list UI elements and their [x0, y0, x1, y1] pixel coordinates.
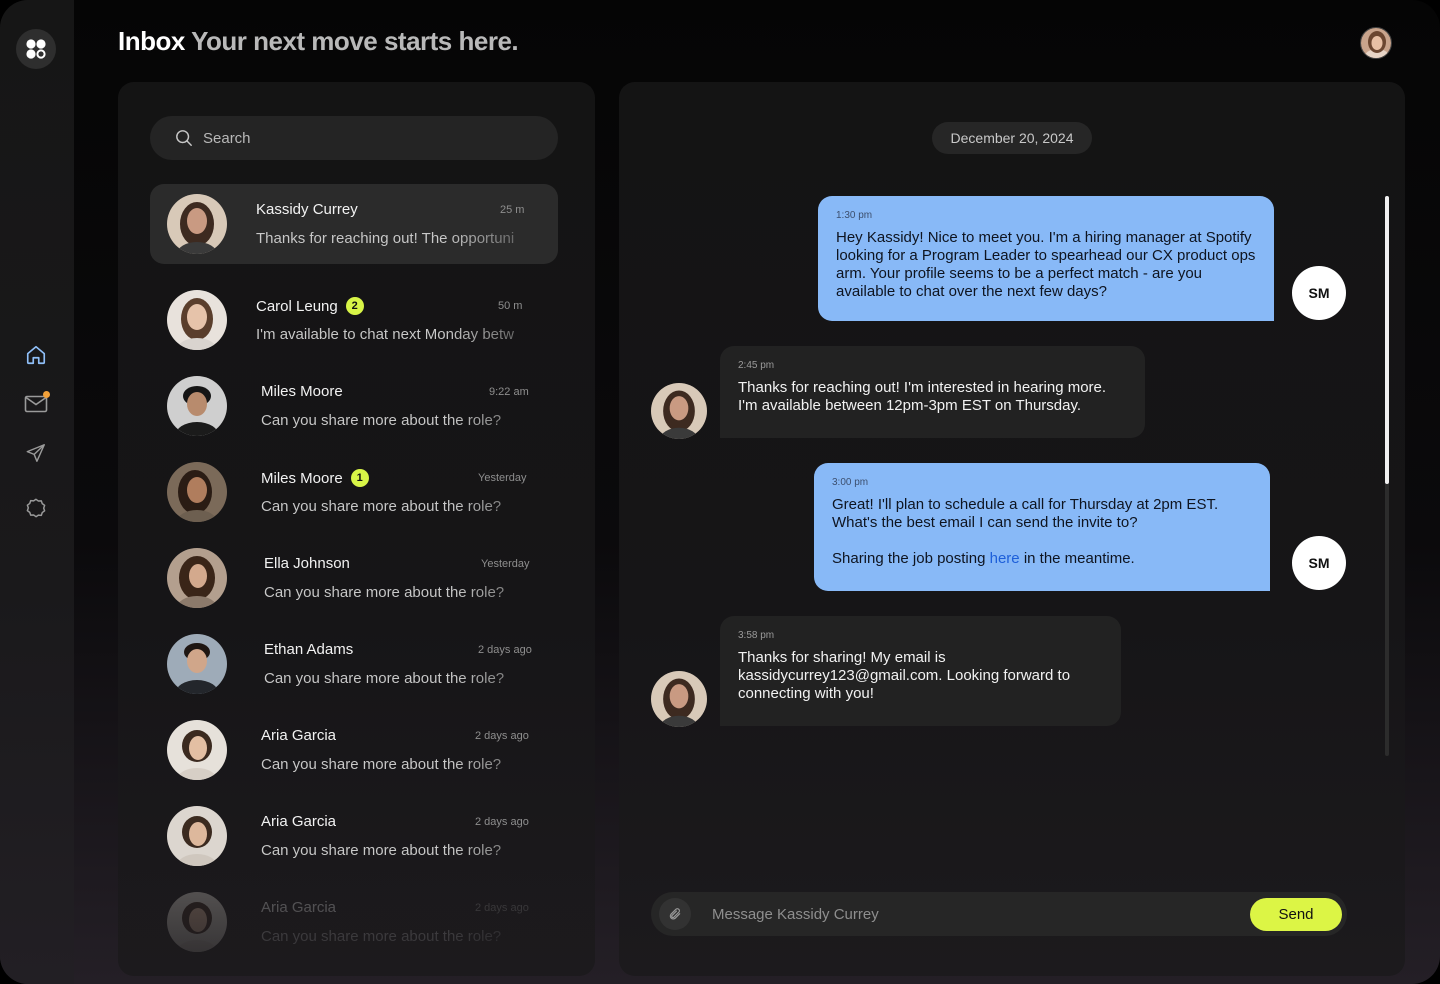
- chat-panel: December 20, 2024 1:30 pm Hey Kassidy! N…: [619, 82, 1405, 976]
- message-time: 50 m: [498, 300, 523, 312]
- contact-name: Ella Johnson: [264, 555, 350, 572]
- message-time: 9:22 am: [489, 386, 529, 398]
- job-posting-link[interactable]: here: [990, 550, 1020, 567]
- message-preview: Can you share more about the role?: [264, 584, 534, 601]
- paperclip-icon: [669, 908, 681, 920]
- message-preview: Can you share more about the role?: [261, 756, 531, 773]
- message-time: Yesterday: [478, 472, 527, 484]
- message-text: Sharing the job posting here in the mean…: [832, 550, 1135, 567]
- message-bubble-incoming: 3:58 pm Thanks for sharing! My email is …: [720, 616, 1121, 726]
- date-separator: December 20, 2024: [932, 122, 1092, 154]
- contact-avatar: [167, 376, 227, 436]
- nav-home[interactable]: [22, 341, 50, 369]
- message-text: Thanks for reaching out! I'm interested …: [738, 379, 1107, 414]
- conversation-item[interactable]: Miles Moore 9:22 am Can you share more a…: [150, 366, 558, 446]
- nav-rail: [0, 0, 74, 984]
- search-bar[interactable]: [150, 116, 558, 160]
- nav-mail[interactable]: [22, 390, 50, 418]
- page-title-main: Inbox: [118, 26, 185, 56]
- conversation-item[interactable]: Ethan Adams 2 days ago Can you share mor…: [150, 624, 558, 704]
- message-preview: I'm available to chat next Monday betw: [256, 326, 526, 343]
- sender-avatar: SM: [1292, 536, 1346, 590]
- contact-name: Aria Garcia: [261, 899, 337, 916]
- contact-avatar: [167, 892, 227, 952]
- attach-button[interactable]: [659, 898, 691, 930]
- message-timestamp: 3:58 pm: [738, 630, 775, 641]
- message-time: 2 days ago: [475, 816, 529, 828]
- message-bubble-outgoing: 3:00 pm Great! I'll plan to schedule a c…: [814, 463, 1270, 591]
- home-icon: [26, 345, 46, 365]
- message-text: Thanks for sharing! My email is kassidyc…: [738, 649, 1071, 702]
- sender-avatar: SM: [1292, 266, 1346, 320]
- message-timestamp: 1:30 pm: [836, 210, 873, 221]
- contact-avatar: [167, 548, 227, 608]
- contact-name: Aria Garcia: [261, 727, 337, 744]
- send-button[interactable]: Send: [1250, 898, 1342, 931]
- nav-badge[interactable]: [22, 494, 50, 522]
- chat-scrollbar[interactable]: [1385, 196, 1389, 756]
- badge-icon: [26, 498, 46, 518]
- message-bubble-outgoing: 1:30 pm Hey Kassidy! Nice to meet you. I…: [818, 196, 1274, 321]
- contact-avatar: [167, 720, 227, 780]
- contact-avatar: [167, 290, 227, 350]
- send-icon: [26, 444, 45, 462]
- message-text: Hey Kassidy! Nice to meet you. I'm a hir…: [836, 229, 1256, 300]
- message-preview: Can you share more about the role?: [261, 412, 531, 429]
- contact-avatar: [167, 806, 227, 866]
- message-time: 2 days ago: [475, 902, 529, 914]
- app-window: Inbox Your next move starts here. Kassid…: [0, 0, 1440, 984]
- scrollbar-thumb[interactable]: [1385, 196, 1389, 484]
- unread-badge: 1: [350, 469, 369, 487]
- page-title: Inbox Your next move starts here.: [118, 26, 519, 57]
- contact-name: Kassidy Currey: [256, 201, 358, 218]
- contact-name: Carol Leung 2: [256, 297, 364, 315]
- conversation-item[interactable]: Kassidy Currey 25 m Thanks for reaching …: [150, 184, 558, 264]
- page-subtitle: Your next move starts here.: [191, 26, 519, 56]
- contact-avatar: [651, 383, 707, 439]
- search-icon: [176, 130, 192, 146]
- contact-name: Ethan Adams: [264, 641, 354, 658]
- conversation-item[interactable]: Aria Garcia 2 days ago Can you share mor…: [150, 882, 558, 962]
- conversation-list-panel: Kassidy Currey 25 m Thanks for reaching …: [118, 82, 595, 976]
- contact-name: Miles Moore 1: [261, 469, 369, 487]
- message-text: Great! I'll plan to schedule a call for …: [832, 496, 1219, 531]
- message-preview: Can you share more about the role?: [261, 498, 531, 515]
- notification-dot: [43, 391, 50, 398]
- message-timestamp: 3:00 pm: [832, 477, 869, 488]
- message-input[interactable]: [712, 892, 1232, 936]
- message-preview: Can you share more about the role?: [264, 670, 534, 687]
- message-preview: Can you share more about the role?: [261, 928, 531, 945]
- contact-name: Miles Moore: [261, 383, 343, 400]
- conversation-item[interactable]: Aria Garcia 2 days ago Can you share mor…: [150, 796, 558, 876]
- conversation-item[interactable]: Ella Johnson Yesterday Can you share mor…: [150, 538, 558, 618]
- search-input[interactable]: [203, 129, 533, 147]
- message-time: 2 days ago: [475, 730, 529, 742]
- message-time: 25 m: [500, 204, 525, 216]
- message-time: 2 days ago: [478, 644, 532, 656]
- message-preview: Thanks for reaching out! The opportuni: [256, 230, 526, 247]
- conversation-item[interactable]: Carol Leung 2 50 m I'm available to chat…: [150, 280, 558, 360]
- message-time: Yesterday: [481, 558, 530, 570]
- contact-avatar: [651, 671, 707, 727]
- nav-sent[interactable]: [22, 439, 50, 467]
- contact-avatar: [167, 462, 227, 522]
- message-bubble-incoming: 2:45 pm Thanks for reaching out! I'm int…: [720, 346, 1145, 438]
- contact-name: Aria Garcia: [261, 813, 337, 830]
- unread-badge: 2: [345, 297, 364, 315]
- message-preview: Can you share more about the role?: [261, 842, 531, 859]
- app-logo[interactable]: [16, 29, 56, 69]
- message-timestamp: 2:45 pm: [738, 360, 775, 371]
- message-composer: Send: [651, 892, 1347, 936]
- user-avatar[interactable]: [1360, 27, 1392, 59]
- conversation-item[interactable]: Aria Garcia 2 days ago Can you share mor…: [150, 710, 558, 790]
- conversation-item[interactable]: Miles Moore 1 Yesterday Can you share mo…: [150, 452, 558, 532]
- contact-avatar: [167, 634, 227, 694]
- contact-avatar: [167, 194, 227, 254]
- logo-icon: [26, 39, 46, 59]
